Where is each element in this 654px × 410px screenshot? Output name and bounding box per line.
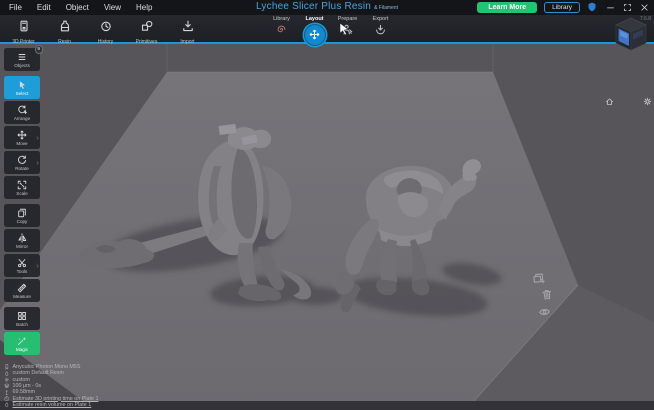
tools-icon [17, 258, 27, 268]
app-title: Lychee Slicer Plus Resin & Filament [256, 1, 398, 12]
select-icon [17, 80, 27, 90]
batch-icon [17, 311, 27, 321]
sidebar-group: Select Arrange Move Rotate Scale [4, 76, 40, 199]
chevron-right-icon [35, 263, 40, 268]
export-icon [375, 24, 386, 35]
sidebar-item-move[interactable]: Move [4, 126, 40, 149]
duplicate-plate-button[interactable] [532, 271, 552, 285]
menu-edit[interactable]: Edit [37, 3, 51, 12]
measure-icon [17, 283, 27, 293]
sidebar-item-scale[interactable]: Scale [4, 176, 40, 199]
shield-icon[interactable] [587, 2, 597, 12]
minimize-button[interactable] [606, 3, 615, 12]
clock-icon [4, 396, 10, 402]
magic-icon [17, 336, 27, 346]
tab-prepare[interactable]: Prepare [331, 16, 364, 35]
sidebar-item-magic[interactable]: Magic [4, 332, 40, 355]
printer3d-icon [18, 19, 30, 37]
delete-plate-button[interactable] [540, 288, 553, 301]
move-icon [17, 130, 27, 140]
menu-object[interactable]: Object [66, 3, 89, 12]
app-title-text: Lychee Slicer Plus Resin [256, 1, 372, 12]
title-bar: File Edit Object View Help Lychee Slicer Plu… [0, 0, 654, 15]
menu-file[interactable]: File [9, 3, 22, 12]
tab-layout[interactable]: Layout [298, 16, 331, 46]
tab-export[interactable]: Export [364, 16, 397, 35]
app-title-suffix: & Filament [374, 5, 398, 11]
plate-tools [532, 271, 555, 318]
resin-drop-icon [4, 370, 10, 377]
toggle-visibility-button[interactable] [538, 305, 555, 318]
import-icon [182, 19, 194, 37]
sidebar-item-copy[interactable]: Copy [4, 204, 40, 227]
window-controls [606, 3, 649, 12]
tab-library[interactable]: Library [265, 16, 298, 35]
home-view-icon[interactable] [605, 97, 614, 106]
sidebar-group: Copy Mirror Tools Measure [4, 204, 40, 302]
close-button[interactable] [640, 3, 649, 12]
toggle-visibility-icon [538, 305, 551, 318]
objects-icon [17, 52, 27, 62]
status-line-clock[interactable]: Estimate 3D printing time on Plate 1 [4, 395, 99, 402]
status-panel: Anycubic Photon Mono M5S custom Default R… [4, 364, 99, 408]
gear-icon[interactable] [643, 97, 652, 106]
primitives-icon [141, 19, 153, 37]
build-volume-edges [166, 44, 494, 72]
maximize-button[interactable] [623, 3, 632, 12]
layers-icon [4, 383, 10, 389]
navigation-cube[interactable] [611, 15, 651, 53]
toolbar-buttons: 3D Printer Resin History Primitives Import [3, 16, 208, 45]
layout-icon [303, 23, 326, 46]
mode-tabs: Library Layout Prepare Export [265, 16, 397, 46]
toolbar-history-button[interactable]: History [85, 16, 126, 45]
lychee-slicer-window: File Edit Object View Help Lychee Slicer Plu… [0, 0, 654, 410]
toolbar-printer3d-button[interactable]: 3D Printer [3, 16, 44, 45]
chevron-right-icon [35, 135, 40, 140]
delete-plate-icon [540, 288, 553, 301]
rotate-icon [17, 155, 27, 165]
sidebar-item-rotate[interactable]: Rotate [4, 151, 40, 174]
resin-icon [59, 19, 71, 37]
viewport-3d: Objects 9 Select Arrange Move Rotate Scale Copy… [0, 44, 654, 410]
sidebar-item-tools[interactable]: Tools [4, 254, 40, 277]
duplicate-plate-icon [532, 272, 545, 285]
build-plate-scene [0, 44, 654, 410]
mirror-icon [17, 232, 27, 243]
sidebar-item-objects[interactable]: Objects 9 [4, 45, 43, 71]
sidebar-group: Batch Magic [4, 307, 40, 355]
arrange-icon [17, 104, 27, 115]
toolbar-import-button[interactable]: Import [167, 16, 208, 45]
sidebar-group: Objects 9 [4, 45, 43, 71]
chevron-right-icon [35, 160, 40, 165]
sidebar-item-batch[interactable]: Batch [4, 307, 40, 330]
status-line-resin-drop[interactable]: Estimate resin volume on Plate 1 [4, 402, 99, 408]
objects-count-badge: 9 [34, 45, 43, 54]
toolbar-resin-button[interactable]: Resin [44, 16, 85, 45]
height-icon [4, 389, 10, 396]
profile-icon [4, 377, 10, 383]
menu-help[interactable]: Help [136, 3, 152, 12]
printer-icon [4, 364, 10, 370]
copy-icon [17, 208, 27, 218]
library-icon [276, 24, 287, 35]
sidebar-item-select[interactable]: Select [4, 76, 40, 99]
menu-bar: File Edit Object View Help [9, 3, 152, 12]
sidebar-item-arrange[interactable]: Arrange [4, 101, 40, 124]
title-bar-actions: Learn More Library [477, 1, 649, 13]
prepare-icon [342, 24, 353, 35]
sidebar-toolbar: Objects 9 Select Arrange Move Rotate Scale Copy… [4, 45, 43, 360]
build-plate [0, 72, 578, 410]
library-button[interactable]: Library [544, 1, 580, 13]
toolbar-primitives-button[interactable]: Primitives [126, 16, 167, 45]
main-toolbar: 3D Printer Resin History Primitives Import L… [0, 15, 654, 46]
history-icon [100, 19, 112, 37]
learn-more-button[interactable]: Learn More [477, 1, 538, 13]
resin-drop-icon [4, 402, 10, 408]
sidebar-item-mirror[interactable]: Mirror [4, 229, 40, 252]
scale-icon [17, 180, 27, 190]
sidebar-item-measure[interactable]: Measure [4, 279, 40, 302]
menu-view[interactable]: View [104, 3, 121, 12]
